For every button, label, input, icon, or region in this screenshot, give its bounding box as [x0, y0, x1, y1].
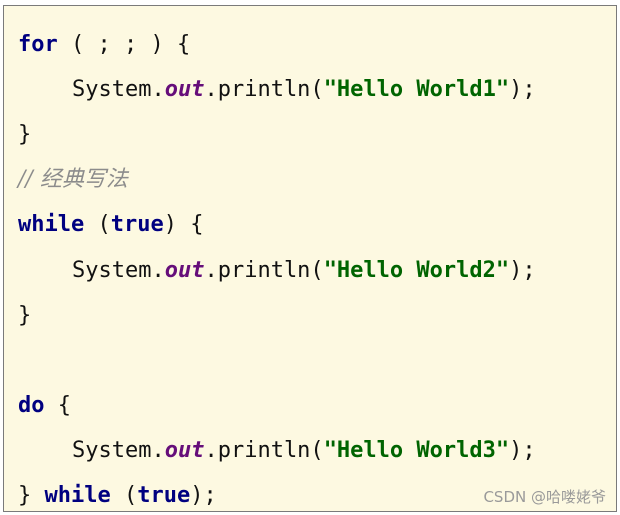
code-line-for: for ( ; ; ) {: [18, 30, 190, 60]
out-field: out: [164, 258, 205, 283]
println-call: .println(: [204, 258, 324, 283]
code-panel: for ( ; ; ) { System.out.println("Hello …: [3, 5, 617, 512]
code-line-print-3: System.out.println("Hello World3");: [18, 436, 536, 466]
comment: // 经典写法: [18, 167, 128, 192]
close-brace: }: [18, 483, 45, 508]
print-prefix: System.: [72, 77, 165, 102]
string-literal: "Hello World2": [323, 258, 510, 283]
keyword-true: true: [137, 483, 191, 508]
keyword-while: while: [18, 212, 85, 237]
csdn-watermark: CSDN @哈喽姥爷: [483, 488, 606, 506]
keyword-do: do: [18, 393, 45, 418]
paren-open: (: [84, 212, 111, 237]
statement-end: );: [509, 77, 536, 102]
keyword-true: true: [110, 212, 164, 237]
out-field: out: [164, 438, 205, 463]
close-brace: }: [18, 122, 32, 147]
string-literal: "Hello World1": [323, 77, 510, 102]
println-call: .println(: [204, 77, 324, 102]
close-brace: }: [18, 303, 32, 328]
print-prefix: System.: [72, 258, 165, 283]
open-brace: {: [44, 393, 71, 418]
keyword-for: for: [18, 32, 58, 57]
println-call: .println(: [204, 438, 324, 463]
statement-end: );: [509, 438, 536, 463]
code-line-while: while (true) {: [18, 210, 203, 240]
paren-close-brace: ) {: [163, 212, 204, 237]
string-literal: "Hello World3": [323, 438, 510, 463]
code-line-comment: // 经典写法: [18, 165, 128, 195]
code-line-print-2: System.out.println("Hello World2");: [18, 256, 536, 286]
print-prefix: System.: [72, 438, 165, 463]
for-header: ( ; ; ) {: [57, 32, 191, 57]
code-line-do-while: } while (true);: [18, 481, 217, 511]
out-field: out: [164, 77, 205, 102]
code-line-close-brace-2: }: [18, 301, 31, 331]
keyword-while: while: [44, 483, 111, 508]
code-line-print-1: System.out.println("Hello World1");: [18, 75, 536, 105]
paren-open: (: [110, 483, 138, 508]
code-line-close-brace-1: }: [18, 120, 31, 150]
statement-end: );: [509, 258, 536, 283]
paren-close-semicolon: );: [190, 483, 217, 508]
code-line-do: do {: [18, 391, 71, 421]
